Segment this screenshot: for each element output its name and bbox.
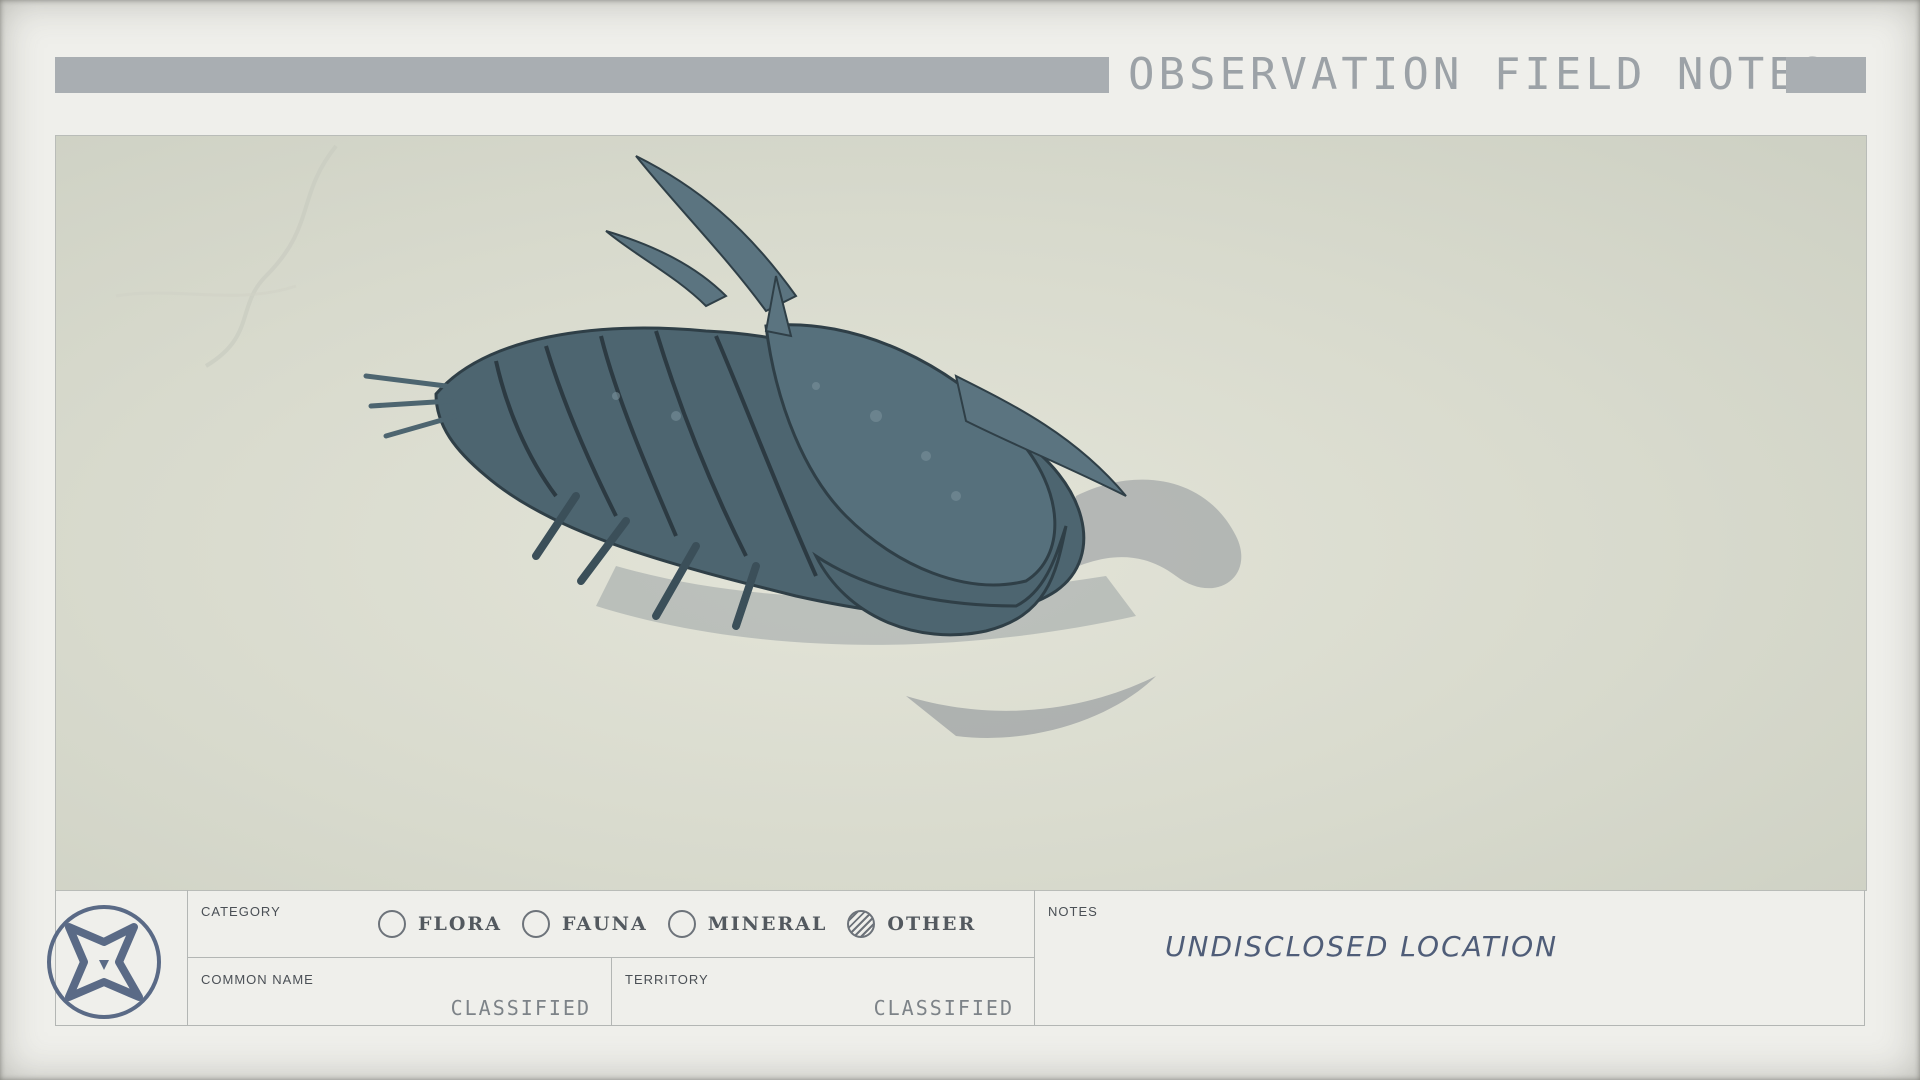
notes-field: NOTES UNDISCLOSED LOCATION	[1035, 890, 1866, 1026]
mineral-label: MINERAL	[707, 913, 828, 935]
category-option-fauna[interactable]: FAUNA	[521, 910, 648, 938]
other-radio[interactable]	[847, 910, 876, 938]
flora-radio[interactable]	[378, 910, 406, 938]
common-name-label: COMMON NAME	[201, 972, 314, 987]
category-field: CATEGORY FLORA FAUNA MINERAL OTHER	[188, 890, 1035, 958]
info-panel: CATEGORY FLORA FAUNA MINERAL OTHER COMMO…	[47, 890, 1866, 1026]
specimen-photo	[55, 135, 1867, 891]
common-name-field: COMMON NAME CLASSIFIED	[188, 958, 612, 1026]
category-label: CATEGORY	[201, 904, 281, 919]
fauna-label: FAUNA	[561, 913, 648, 935]
territory-value: CLASSIFIED	[873, 996, 1014, 1020]
notes-value: UNDISCLOSED LOCATION	[1165, 930, 1559, 963]
notes-label: NOTES	[1048, 904, 1098, 919]
logo-cell	[47, 890, 188, 1026]
territory-field: TERRITORY CLASSIFIED	[612, 958, 1035, 1026]
header-bar-left	[55, 57, 1109, 93]
mineral-radio[interactable]	[667, 910, 696, 938]
header-bar-right	[1786, 57, 1866, 93]
star-emblem-icon	[47, 905, 161, 1019]
other-label: OTHER	[887, 913, 977, 935]
category-option-flora[interactable]: FLORA	[378, 910, 502, 938]
fauna-radio[interactable]	[521, 910, 550, 938]
category-option-mineral[interactable]: MINERAL	[667, 910, 828, 938]
category-options: FLORA FAUNA MINERAL OTHER	[378, 910, 996, 938]
common-name-value: CLASSIFIED	[450, 996, 591, 1020]
field-notes-card: OBSERVATION FIELD NOTES CATEGORY FLORA F…	[0, 0, 1920, 1080]
territory-label: TERRITORY	[625, 972, 709, 987]
page-title: OBSERVATION FIELD NOTES	[1128, 49, 1830, 100]
armored-creature-photo	[115, 144, 1242, 738]
flora-label: FLORA	[418, 913, 502, 935]
category-option-other[interactable]: OTHER	[847, 910, 976, 938]
